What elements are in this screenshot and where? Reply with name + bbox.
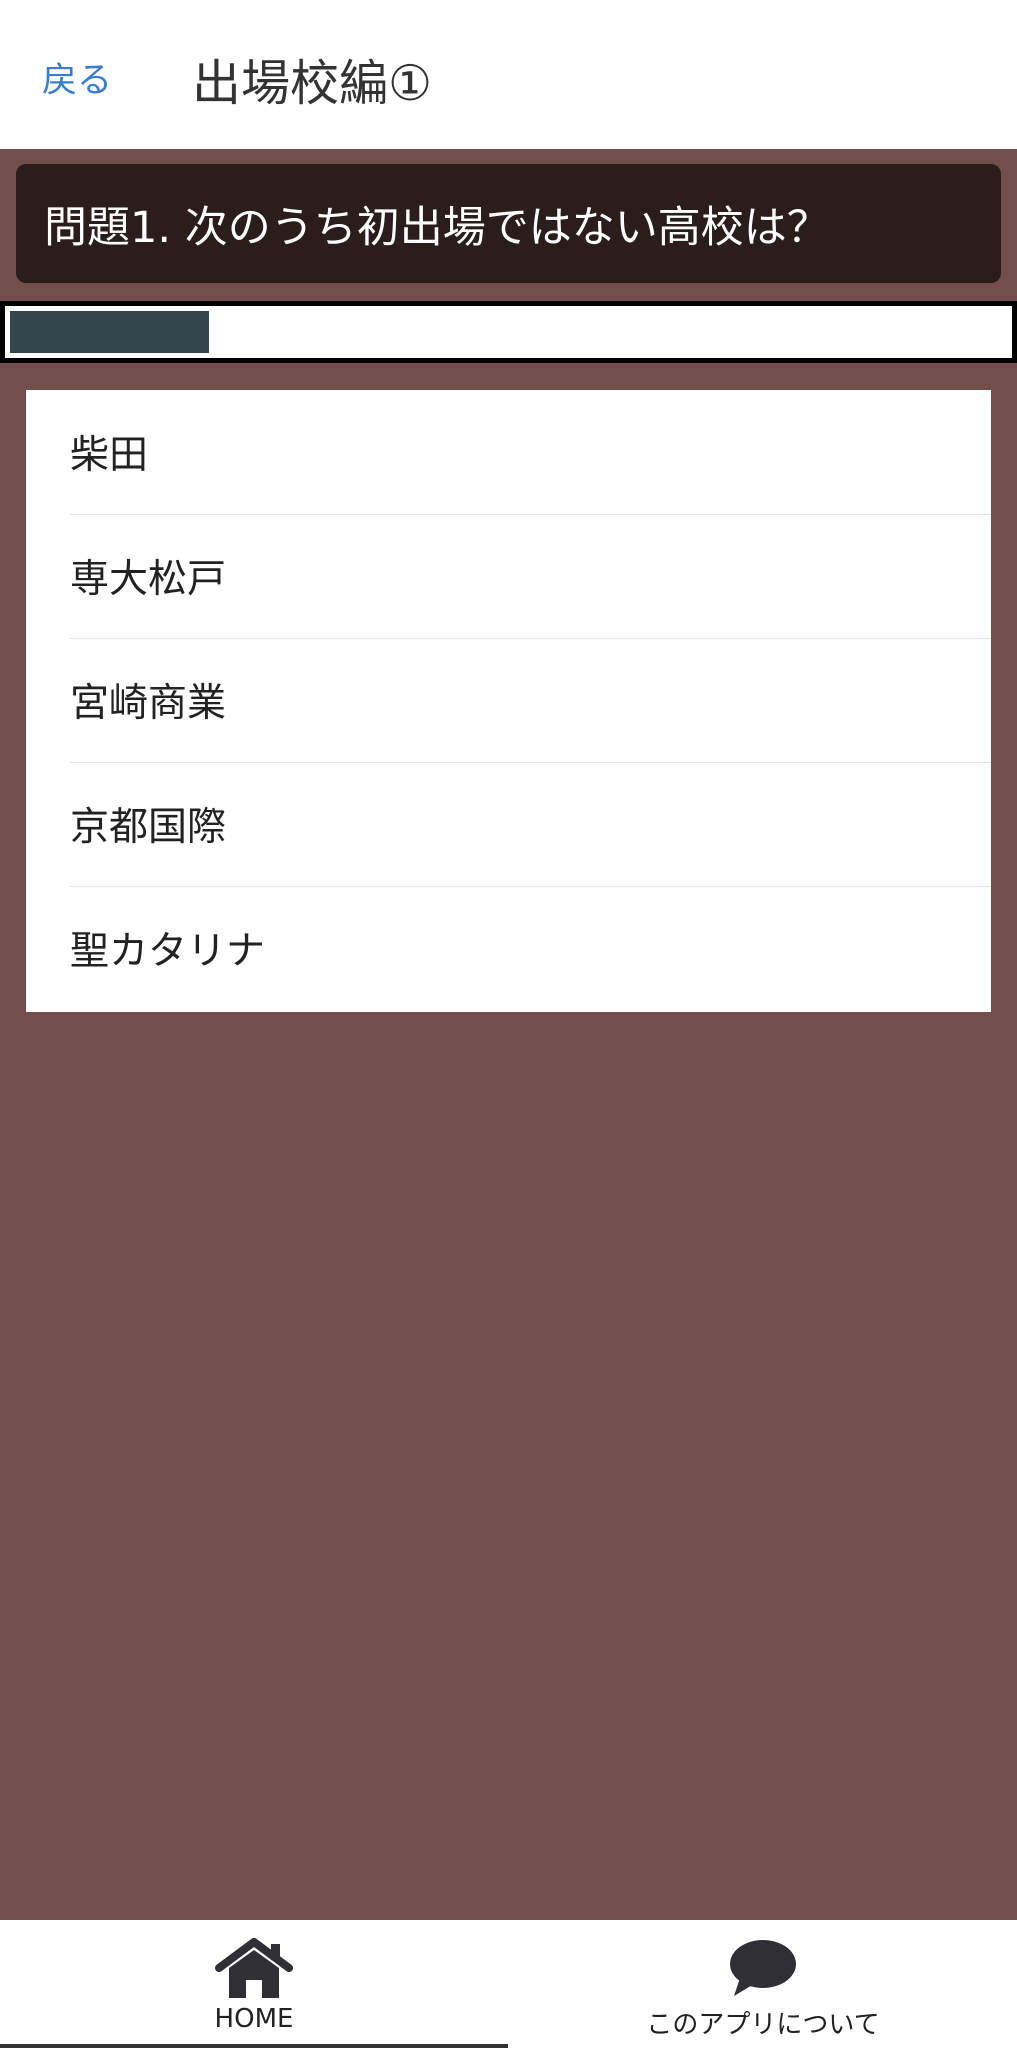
home-icon (215, 1938, 293, 1998)
choice-label: 聖カタリナ (70, 929, 266, 974)
progress-bar (0, 301, 1017, 363)
choice-label: 柴田 (70, 433, 149, 478)
tab-home-label: HOME (214, 2004, 294, 2034)
bottom-tab-bar: HOME このアプリについて (0, 1920, 1017, 2048)
choice-item-4[interactable]: 京都国際 (26, 762, 991, 886)
choice-item-5[interactable]: 聖カタリナ (26, 886, 991, 1010)
choice-label: 宮崎商業 (70, 681, 227, 726)
app-header: 戻る 出場校編① (0, 0, 1017, 149)
chat-bubble-icon (730, 1940, 796, 1996)
page-title: 出場校編① (192, 55, 432, 112)
question-box: 問題1. 次のうち初出場ではない高校は？ (16, 164, 1001, 283)
active-tab-indicator (0, 2044, 508, 2048)
choice-item-3[interactable]: 宮崎商業 (26, 638, 991, 762)
choice-label: 京都国際 (70, 805, 227, 850)
choice-label: 専大松戸 (70, 557, 227, 602)
tab-about-app[interactable]: このアプリについて (509, 1920, 1017, 2048)
tab-about-app-label: このアプリについて (646, 2010, 880, 2040)
progress-bar-fill (10, 311, 209, 353)
tab-home[interactable]: HOME (0, 1920, 508, 2048)
back-button[interactable]: 戻る (42, 52, 112, 103)
choice-item-1[interactable]: 柴田 (26, 390, 991, 514)
choices-list: 柴田 専大松戸 宮崎商業 京都国際 聖カタリナ (26, 390, 991, 1012)
question-text: 問題1. 次のうち初出場ではない高校は？ (44, 202, 830, 253)
choice-item-2[interactable]: 専大松戸 (26, 514, 991, 638)
